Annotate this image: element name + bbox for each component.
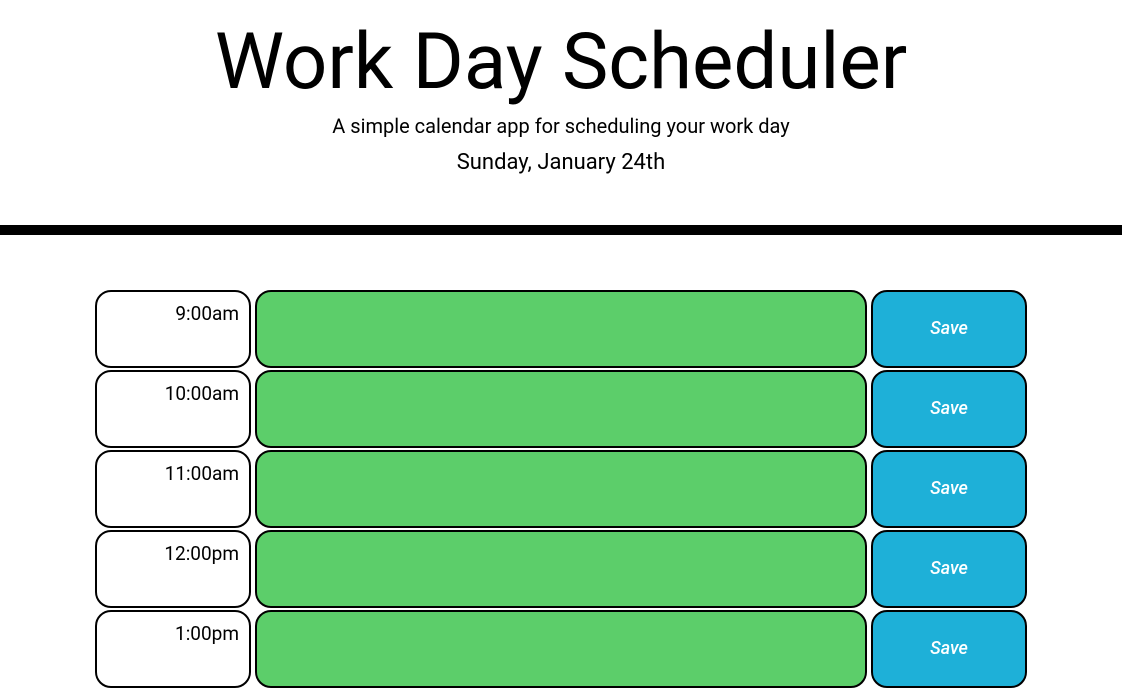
save-button[interactable]: Save <box>871 290 1027 368</box>
page-title: Work Day Scheduler <box>0 20 1122 106</box>
hour-label: 12:00pm <box>95 530 251 608</box>
task-input[interactable] <box>255 450 867 528</box>
divider <box>0 225 1122 235</box>
hour-label: 10:00am <box>95 370 251 448</box>
time-row: 12:00pm Save <box>95 530 1027 608</box>
time-row: 1:00pm Save <box>95 610 1027 688</box>
page-subtitle: A simple calendar app for scheduling you… <box>0 114 1122 138</box>
time-row: 10:00am Save <box>95 370 1027 448</box>
schedule-container: 9:00am Save 10:00am Save 11:00am Save 12… <box>85 290 1037 688</box>
save-button[interactable]: Save <box>871 370 1027 448</box>
save-button[interactable]: Save <box>871 530 1027 608</box>
task-input[interactable] <box>255 530 867 608</box>
task-input[interactable] <box>255 290 867 368</box>
hour-label: 1:00pm <box>95 610 251 688</box>
task-input[interactable] <box>255 370 867 448</box>
time-row: 9:00am Save <box>95 290 1027 368</box>
header: Work Day Scheduler A simple calendar app… <box>0 0 1122 225</box>
hour-label: 11:00am <box>95 450 251 528</box>
hour-label: 9:00am <box>95 290 251 368</box>
time-row: 11:00am Save <box>95 450 1027 528</box>
save-button[interactable]: Save <box>871 450 1027 528</box>
save-button[interactable]: Save <box>871 610 1027 688</box>
current-date: Sunday, January 24th <box>0 150 1122 175</box>
task-input[interactable] <box>255 610 867 688</box>
